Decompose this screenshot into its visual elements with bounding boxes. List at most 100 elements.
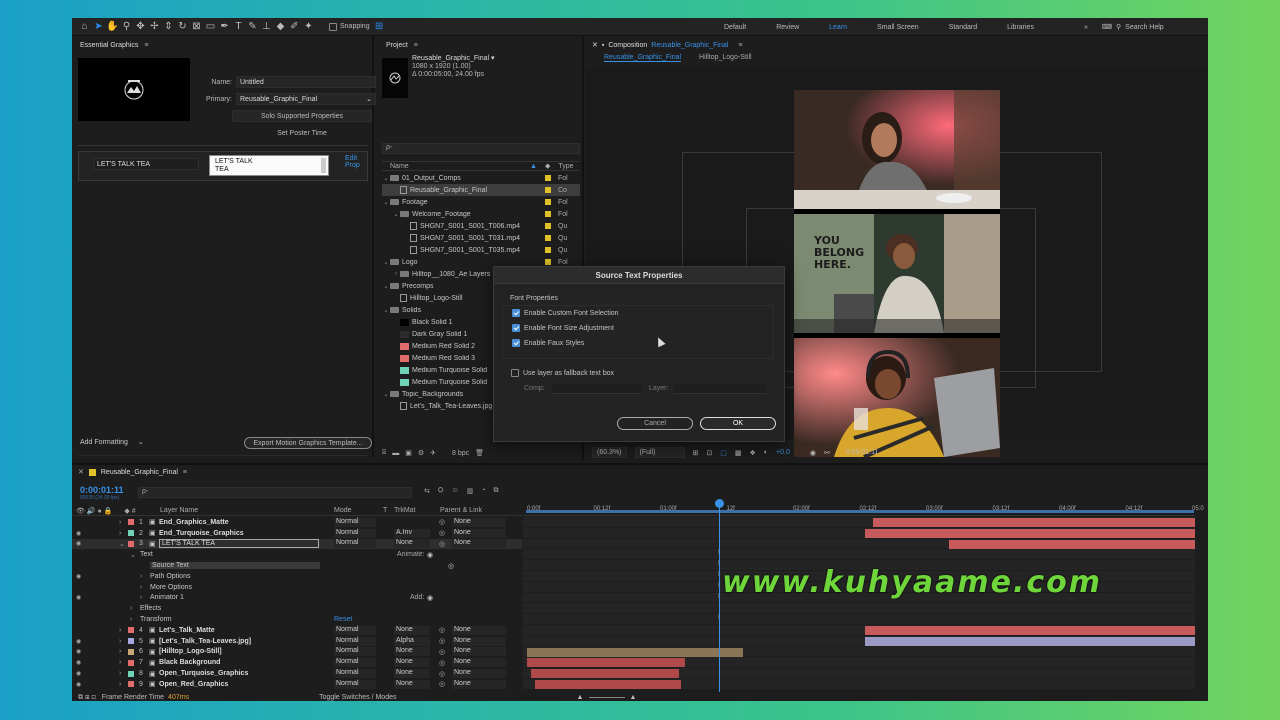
mask-icon[interactable]: ▢	[720, 449, 727, 457]
puppet-pin-icon[interactable]: ✦	[302, 20, 315, 34]
visibility-eye-icon[interactable]: ◉	[76, 540, 82, 547]
expression-icon[interactable]: ◎	[448, 562, 454, 570]
option-checkbox[interactable]	[512, 339, 520, 347]
workspace-libraries[interactable]: Libraries	[1007, 24, 1034, 31]
layer-row[interactable]: ◉ › 6 ▣ [Hilltop_Logo-Still] Normal None ◎ None	[72, 647, 522, 658]
expand-chevron-icon[interactable]: ›	[140, 584, 142, 591]
panel-menu-icon[interactable]: ≡	[738, 42, 742, 49]
blend-mode-dropdown[interactable]: Normal	[334, 658, 376, 668]
layer-track[interactable]	[523, 678, 1195, 690]
pick-whip-icon[interactable]: ◎	[439, 670, 445, 678]
dropdown-arrow-icon[interactable]: ▾	[491, 55, 495, 62]
label-column-icon[interactable]: ◆	[545, 162, 550, 170]
parent-dropdown[interactable]: None	[452, 539, 506, 549]
layer-label-swatch[interactable]	[128, 648, 134, 655]
layer-name[interactable]: LET'S TALK TEA	[159, 539, 319, 549]
parent-dropdown[interactable]: None	[452, 658, 506, 668]
solo-supported-button[interactable]: Solo Supported Properties	[232, 110, 372, 122]
fallback-option[interactable]: Use layer as fallback text box	[511, 369, 614, 377]
layer-row[interactable]: ◉ › 7 ▣ Black Background Normal None ◎ None	[72, 657, 522, 668]
cancel-button[interactable]: Cancel	[617, 417, 693, 430]
visibility-eye-icon[interactable]: ◉	[76, 638, 82, 645]
layer-track[interactable]	[523, 538, 1195, 550]
dolly-tool-icon[interactable]: ⇕	[162, 20, 175, 34]
overflow-icon[interactable]: »	[1084, 24, 1088, 31]
layer-name[interactable]: End_Turquoise_Graphics	[159, 530, 244, 537]
chevron-down-icon[interactable]: ⌄	[382, 259, 390, 266]
layer-duration-bar[interactable]	[531, 669, 679, 679]
close-icon[interactable]: ✕	[592, 41, 598, 49]
blend-mode-dropdown[interactable]: Normal	[334, 625, 376, 635]
chevron-down-icon[interactable]: ⌄	[382, 391, 390, 398]
resolution-dropdown[interactable]: (Full)	[634, 447, 685, 458]
parent-dropdown[interactable]: None	[452, 636, 506, 646]
expand-chevron-icon[interactable]: ›	[119, 670, 121, 677]
interpret-footage-icon[interactable]: ⌸	[382, 449, 386, 457]
fallback-checkbox[interactable]	[511, 369, 519, 377]
hand-tool-icon[interactable]: ✋	[106, 20, 119, 34]
layer-label-swatch[interactable]	[128, 659, 134, 666]
parent-dropdown[interactable]: None	[452, 625, 506, 635]
zoom-in-icon[interactable]: ▲	[629, 694, 636, 701]
project-item[interactable]: Reusable_Graphic_Final Co	[382, 184, 580, 196]
layer-name[interactable]: Let's_Talk_Matte	[159, 627, 215, 634]
export-template-button[interactable]: Export Motion Graphics Template...	[244, 437, 372, 449]
layer-name[interactable]: [Let's_Talk_Tea-Leaves.jpg]	[159, 638, 251, 645]
blend-mode-dropdown[interactable]: Normal	[334, 528, 376, 538]
visibility-eye-icon[interactable]: ◉	[76, 594, 82, 601]
layer-track[interactable]	[523, 517, 1195, 528]
primary-dropdown[interactable]: Reusable_Graphic_Final ⌄	[236, 93, 376, 105]
zoom-tool-icon[interactable]: ⚲	[120, 20, 133, 34]
project-item[interactable]: SHGN7_S001_S001_T031.mp4 Qu	[382, 232, 580, 244]
layer-name[interactable]: [Hilltop_Logo-Still]	[159, 648, 222, 655]
layer-property-row[interactable]: › Effects	[72, 603, 522, 614]
new-folder-icon[interactable]: ▬	[392, 450, 399, 457]
layer-label-swatch[interactable]	[128, 519, 134, 526]
layer-duration-bar[interactable]	[865, 636, 1195, 646]
motion-blur-icon[interactable]: ◔	[481, 487, 485, 495]
clone-stamp-icon[interactable]: ⊥	[260, 20, 273, 34]
layer-row[interactable]: ◉ › 9 ▣ Open_Red_Graphics Normal None ◎ None	[72, 679, 522, 690]
pick-whip-icon[interactable]: ◎	[439, 518, 445, 526]
layer-property-row[interactable]: ◉ › Path Options	[72, 571, 522, 582]
expand-chevron-icon[interactable]: ›	[119, 648, 121, 655]
toggle-switches-button[interactable]: Toggle Switches / Modes	[319, 694, 396, 701]
snap-options-icon[interactable]: ⊞	[373, 20, 386, 34]
name-column[interactable]: Name	[390, 163, 530, 170]
chevron-down-icon[interactable]: ⌄	[382, 283, 390, 290]
layer-name-column[interactable]: Layer Name	[160, 507, 198, 514]
roto-brush-icon[interactable]: ✐	[288, 20, 301, 34]
expand-chevron-icon[interactable]: ›	[119, 519, 121, 526]
visibility-eye-icon[interactable]: ◉	[76, 530, 82, 537]
workspace-learn[interactable]: Learn	[829, 24, 847, 31]
visibility-eye-icon[interactable]: ◉	[76, 648, 82, 655]
draft-3d-icon[interactable]: ⛭	[438, 487, 444, 495]
add-animator-icon[interactable]: ◉	[427, 551, 433, 559]
brush-tool-icon[interactable]: ✎	[246, 20, 259, 34]
expand-chevron-icon[interactable]: ⌄	[130, 551, 136, 559]
type-tool-icon[interactable]: T	[232, 20, 245, 34]
layer-label-swatch[interactable]	[128, 540, 134, 547]
pick-whip-icon[interactable]: ◎	[439, 637, 445, 645]
expand-chevron-icon[interactable]: ›	[130, 605, 132, 612]
font-option[interactable]: Enable Font Size Adjustment	[512, 324, 614, 332]
layer-property-row[interactable]: ⌄ Text Animate: ◉	[72, 549, 522, 560]
fast-previews-icon[interactable]: ⊞	[693, 449, 699, 457]
layer-row[interactable]: › 4 ▣ Let's_Talk_Matte Normal None ◎ None	[72, 625, 522, 636]
add-formatting-dropdown[interactable]: Add Formatting ⌄	[80, 438, 144, 447]
comp-flowchart-icon[interactable]: ⇆	[424, 487, 430, 495]
color-icon[interactable]: ❖	[750, 449, 756, 457]
track-matte-dropdown[interactable]: None	[394, 539, 430, 549]
workspace-default[interactable]: Default	[724, 24, 746, 31]
exposure-icon[interactable]: ◐	[764, 449, 768, 456]
lock-icon[interactable]: ▪	[602, 42, 604, 49]
rotate-tool-icon[interactable]: ↻	[176, 20, 189, 34]
property-action[interactable]: Reset	[334, 616, 352, 623]
layer-track[interactable]: I	[523, 549, 1195, 561]
parent-dropdown[interactable]: None	[452, 679, 506, 689]
track-matte-dropdown[interactable]: None	[394, 658, 430, 668]
track-matte-dropdown[interactable]: Alpha	[394, 636, 430, 646]
edit-properties-link[interactable]: Edit Prop	[345, 155, 367, 169]
workspace-review[interactable]: Review	[776, 24, 799, 31]
snapshot-icon[interactable]: ◉	[810, 449, 816, 457]
